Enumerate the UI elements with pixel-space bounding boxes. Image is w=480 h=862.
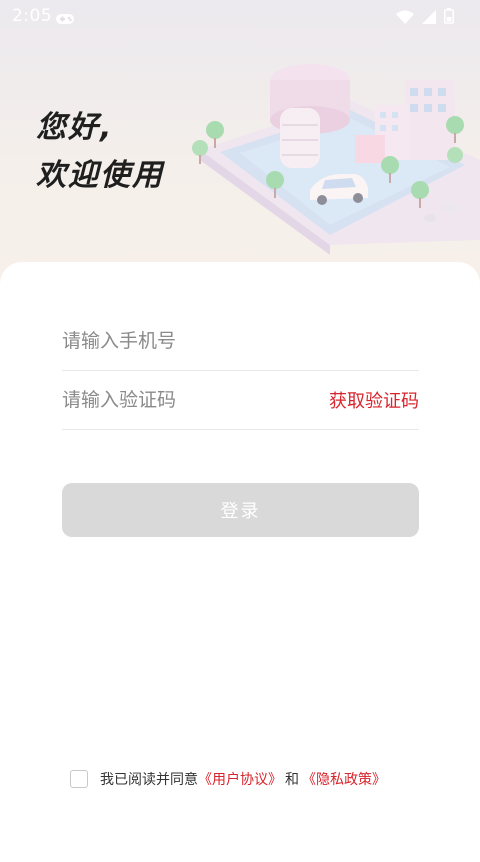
hero-banner: 2:05 您好, 欢迎使用 (0, 0, 480, 300)
login-button[interactable]: 登录 (62, 483, 419, 537)
get-code-button[interactable]: 获取验证码 (329, 387, 419, 413)
phone-field (62, 312, 419, 371)
game-controller-icon (56, 10, 74, 30)
phone-input[interactable] (62, 330, 419, 352)
agreement-prefix: 我已阅读并同意 (100, 772, 198, 788)
wifi-icon (396, 9, 414, 29)
battery-icon (444, 8, 454, 29)
agreement-and: 和 (285, 772, 299, 788)
greeting-line-1: 您好, (36, 110, 114, 145)
status-time: 2:05 (12, 6, 53, 26)
user-agreement-link[interactable]: 《用户协议》 (198, 769, 282, 789)
agreement-checkbox[interactable] (70, 770, 88, 788)
city-illustration (192, 64, 480, 255)
greeting-line-2: 欢迎使用 (36, 158, 164, 193)
code-field: 获取验证码 (62, 371, 419, 430)
privacy-policy-link[interactable]: 《隐私政策》 (302, 769, 386, 789)
verification-code-input[interactable] (62, 389, 329, 411)
status-bar: 2:05 (0, 0, 480, 34)
agreement-row: 我已阅读并同意 《用户协议》 和 《隐私政策》 (70, 769, 386, 789)
welcome-greeting: 您好, 欢迎使用 (36, 104, 164, 200)
signal-icon (422, 9, 436, 29)
